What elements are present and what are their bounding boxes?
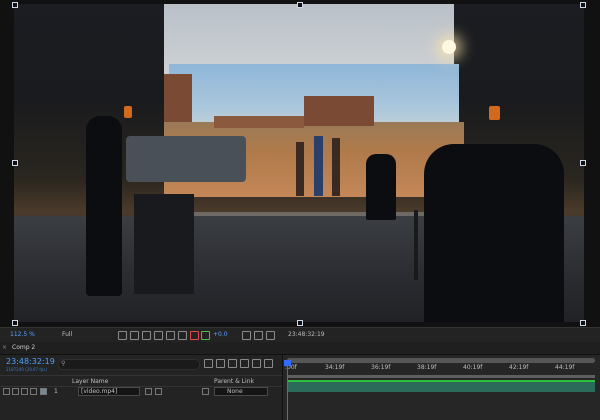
composition-viewer[interactable]	[0, 0, 600, 327]
parent-dropdown[interactable]: None	[214, 387, 268, 396]
timeline-tab-bar: × Comp 2	[0, 342, 600, 355]
actor-1	[296, 142, 304, 196]
lock-icon[interactable]	[30, 388, 37, 395]
color-channels-icon[interactable]	[190, 331, 199, 340]
region-of-interest-icon[interactable]	[154, 331, 163, 340]
ruler-tick: 44:19f	[555, 364, 575, 371]
playhead-handle[interactable]	[284, 360, 291, 366]
show-snapshot-icon[interactable]	[254, 331, 263, 340]
current-time-display[interactable]: 23:48:32:19	[6, 357, 55, 366]
actor-3	[332, 138, 340, 196]
toggle-mask-icon[interactable]	[266, 331, 275, 340]
crew-silhouette-right	[424, 144, 564, 322]
ruler-tick: 40:19f	[463, 364, 483, 371]
crew-silhouette-left	[86, 116, 122, 296]
ruler-tick: 36:19f	[371, 364, 391, 371]
draft-3d-icon[interactable]	[216, 359, 225, 368]
ruler-tick: 38:19f	[417, 364, 437, 371]
camera-operator	[366, 154, 396, 220]
transform-handle-tm[interactable]	[297, 2, 303, 8]
exposure-value[interactable]: +0.0	[213, 331, 228, 338]
parent-value: None	[227, 388, 243, 395]
transform-handle-ml[interactable]	[12, 160, 18, 166]
viewer-timecode[interactable]: 23:48:32:19	[288, 331, 325, 338]
snapshot-icon[interactable]	[242, 331, 251, 340]
led-panel-left	[124, 106, 132, 118]
exposure-icon[interactable]	[201, 331, 210, 340]
search-icon: ⚲	[61, 360, 66, 367]
timeline-graph[interactable]: :00f 34:19f 36:19f 38:19f 40:19f 42:19f …	[282, 355, 600, 420]
shy-switch-icon[interactable]	[145, 388, 152, 395]
timeline-layer-panel: 23:48:32:19 2187249 (29.97 fps) ⚲ Layer …	[0, 355, 282, 420]
viewer-toolbar: 112.5 % Full +0.0 23:48:32:19	[0, 327, 600, 342]
transparency-grid-icon[interactable]	[166, 331, 175, 340]
transform-handle-bm[interactable]	[297, 320, 303, 326]
magnification-dropdown[interactable]: 112.5 %	[10, 331, 35, 338]
transform-handle-bl[interactable]	[12, 320, 18, 326]
layer-name[interactable]: [video.mp4]	[78, 387, 140, 396]
jeep	[126, 136, 246, 182]
led-panel	[489, 106, 500, 120]
actor-2	[314, 136, 323, 196]
transform-handle-br[interactable]	[580, 320, 586, 326]
audio-icon[interactable]	[12, 388, 19, 395]
time-ruler[interactable]: :00f 34:19f 36:19f 38:19f 40:19f 42:19f …	[283, 363, 600, 375]
layer-number: 1	[54, 388, 58, 395]
frame-blending-icon[interactable]	[240, 359, 249, 368]
resolution-dropdown[interactable]: Full	[62, 331, 72, 338]
column-parent-link[interactable]: Parent & Link	[214, 378, 254, 385]
video-frame	[14, 4, 584, 322]
ruler-tick: 42:19f	[509, 364, 529, 371]
close-tab-icon[interactable]: ×	[2, 344, 7, 351]
solo-icon[interactable]	[21, 388, 28, 395]
equipment-cart	[134, 194, 194, 294]
tripod	[414, 210, 418, 280]
layer-row[interactable]: 1 [video.mp4] None	[0, 386, 282, 396]
layer-name-text: [video.mp4]	[81, 388, 118, 395]
ruler-tick: 34:19f	[325, 364, 345, 371]
visibility-eye-icon[interactable]	[3, 388, 10, 395]
composition-mini-flowchart-icon[interactable]	[204, 359, 213, 368]
layer-duration-bar[interactable]	[287, 380, 595, 392]
transform-handle-tr[interactable]	[580, 2, 586, 8]
mesa-far	[214, 116, 304, 128]
hide-shy-layers-icon[interactable]	[228, 359, 237, 368]
studio-light	[442, 40, 456, 54]
layer-search-input[interactable]: ⚲	[58, 359, 200, 370]
mask-visibility-icon[interactable]	[142, 331, 151, 340]
mesa-left	[164, 74, 192, 122]
frame-count: 2187249 (29.97 fps)	[6, 367, 47, 372]
3d-view-icon[interactable]	[178, 331, 187, 340]
work-area-bar[interactable]	[287, 375, 595, 378]
label-color-swatch[interactable]	[40, 388, 47, 395]
playhead[interactable]	[287, 360, 288, 420]
pickwhip-icon[interactable]	[202, 388, 209, 395]
mesa-right	[304, 96, 374, 126]
graph-editor-icon[interactable]	[264, 359, 273, 368]
column-layer-name[interactable]: Layer Name	[72, 378, 108, 385]
fx-switch-icon[interactable]	[155, 388, 162, 395]
transform-handle-tl[interactable]	[12, 2, 18, 8]
tab-comp-2[interactable]: Comp 2	[12, 344, 35, 351]
fast-previews-icon[interactable]	[118, 331, 127, 340]
grid-guides-icon[interactable]	[130, 331, 139, 340]
motion-blur-icon[interactable]	[252, 359, 261, 368]
transform-handle-mr[interactable]	[580, 160, 586, 166]
